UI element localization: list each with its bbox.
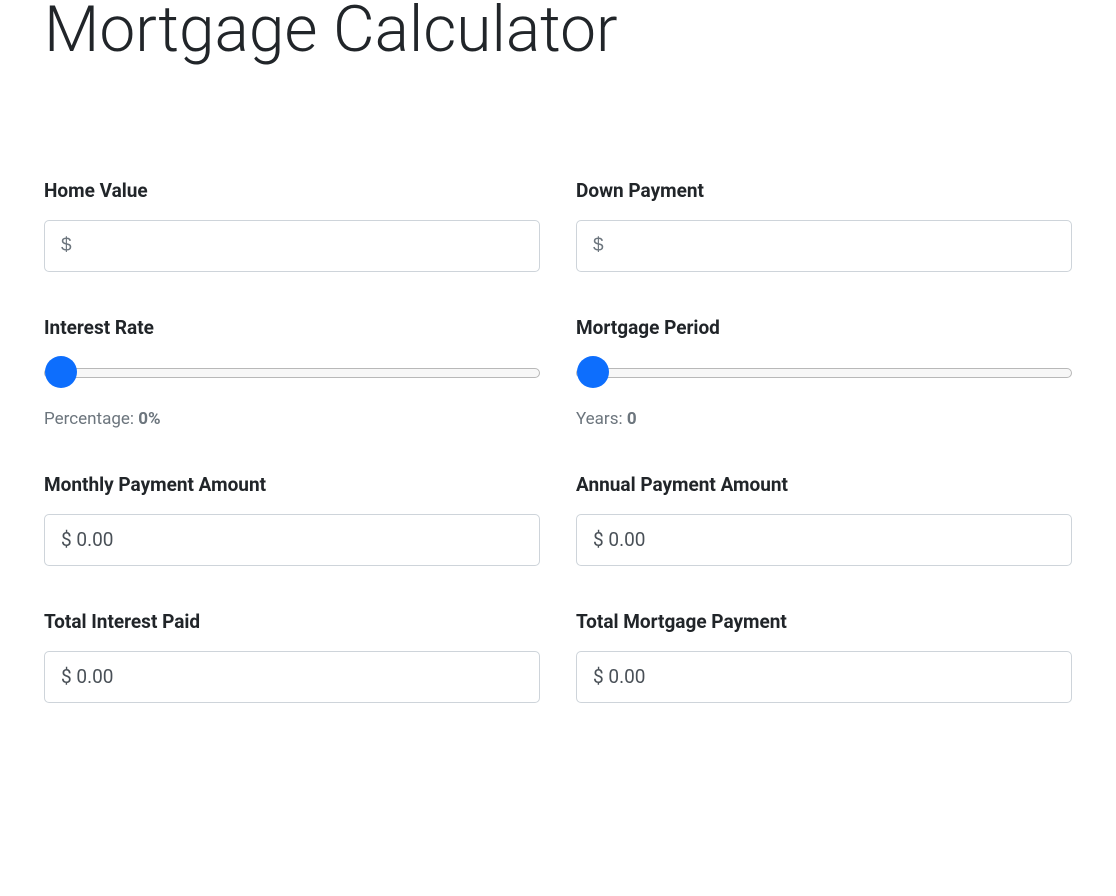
mortgage-period-slider[interactable] bbox=[576, 368, 1072, 378]
annual-payment-label: Annual Payment Amount bbox=[576, 473, 1072, 496]
home-value-label: Home Value bbox=[44, 179, 540, 202]
interest-rate-slider[interactable] bbox=[44, 368, 540, 378]
total-mortgage-output: $ 0.00 bbox=[576, 651, 1072, 703]
down-payment-group: Down Payment bbox=[576, 179, 1072, 272]
down-payment-label: Down Payment bbox=[576, 179, 1072, 202]
annual-payment-group: Annual Payment Amount $ 0.00 bbox=[576, 473, 1072, 566]
mortgage-period-group: Mortgage Period Years: 0 bbox=[576, 316, 1072, 429]
mortgage-period-caption-prefix: Years: bbox=[576, 409, 627, 429]
monthly-payment-label: Monthly Payment Amount bbox=[44, 473, 540, 496]
page-title: Mortgage Calculator bbox=[44, 0, 1072, 69]
down-payment-input[interactable] bbox=[576, 220, 1072, 272]
total-interest-output: $ 0.00 bbox=[44, 651, 540, 703]
mortgage-period-label: Mortgage Period bbox=[576, 316, 1072, 339]
interest-rate-caption: Percentage: 0% bbox=[44, 409, 540, 429]
monthly-payment-group: Monthly Payment Amount $ 0.00 bbox=[44, 473, 540, 566]
mortgage-period-caption: Years: 0 bbox=[576, 409, 1072, 429]
calculator-form: Home Value Down Payment Interest Rate Pe… bbox=[44, 179, 1072, 703]
total-interest-label: Total Interest Paid bbox=[44, 610, 540, 633]
interest-rate-group: Interest Rate Percentage: 0% bbox=[44, 316, 540, 429]
mortgage-period-caption-value: 0 bbox=[627, 409, 637, 429]
total-mortgage-label: Total Mortgage Payment bbox=[576, 610, 1072, 633]
home-value-group: Home Value bbox=[44, 179, 540, 272]
monthly-payment-output: $ 0.00 bbox=[44, 514, 540, 566]
interest-rate-caption-value: 0% bbox=[138, 409, 160, 429]
interest-rate-label: Interest Rate bbox=[44, 316, 540, 339]
annual-payment-output: $ 0.00 bbox=[576, 514, 1072, 566]
total-mortgage-group: Total Mortgage Payment $ 0.00 bbox=[576, 610, 1072, 703]
home-value-input[interactable] bbox=[44, 220, 540, 272]
total-interest-group: Total Interest Paid $ 0.00 bbox=[44, 610, 540, 703]
interest-rate-caption-prefix: Percentage: bbox=[44, 409, 138, 429]
